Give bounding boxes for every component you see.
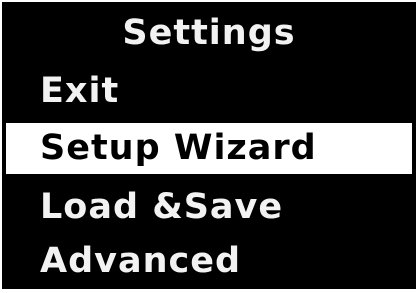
menu-item-load-save[interactable]: Load &Save — [2, 182, 416, 233]
menu-item-exit[interactable]: Exit — [2, 66, 416, 117]
menu-item-setup-wizard[interactable]: Setup Wizard — [6, 123, 412, 174]
page-title: Settings — [122, 13, 296, 53]
settings-screen: Settings Exit Setup Wizard Load &Save Ad… — [2, 2, 416, 289]
menu-item-advanced[interactable]: Advanced — [2, 236, 416, 287]
